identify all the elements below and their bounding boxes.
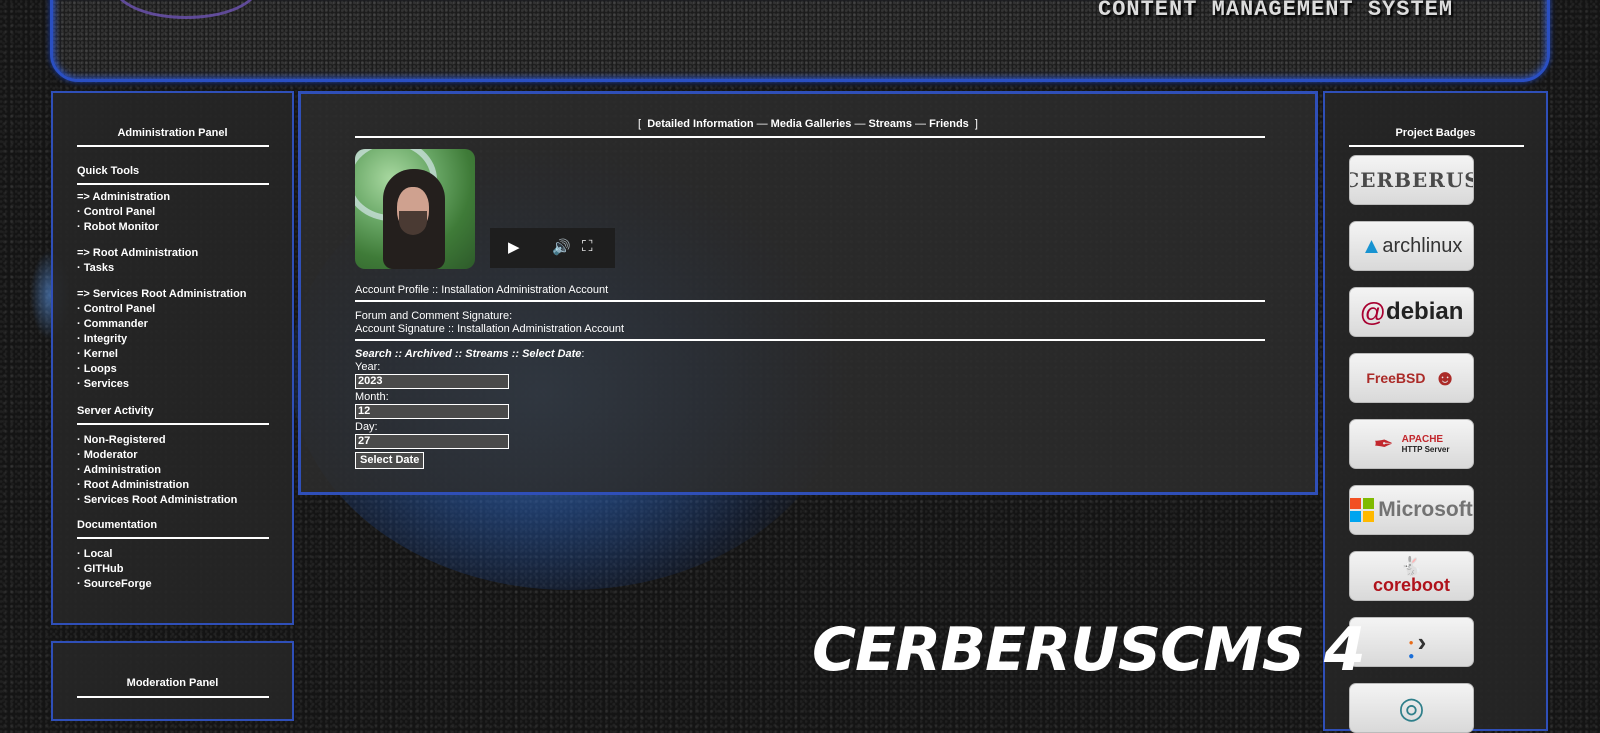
play-icon[interactable]: ▶ xyxy=(508,238,520,256)
dot-icon: ● xyxy=(1408,650,1415,662)
volume-icon[interactable]: 🔊 xyxy=(552,238,571,256)
divider xyxy=(355,339,1265,341)
nav-link-robot-monitor[interactable]: · Robot Monitor xyxy=(77,220,277,235)
nav-detailed-information[interactable]: Detailed Information xyxy=(647,118,753,130)
dot-icon: ● xyxy=(1408,637,1414,647)
account-profile-line: Account Profile :: Installation Administ… xyxy=(355,284,609,296)
freebsd-daemon-icon: ☻ xyxy=(1433,365,1457,390)
debian-swirl-icon: @ xyxy=(1359,296,1387,327)
day-input[interactable]: 27 xyxy=(355,434,509,449)
nav-link-control-panel[interactable]: · Control Panel xyxy=(77,205,277,220)
avatar xyxy=(355,149,475,269)
nav-link-services-control-panel[interactable]: · Control Panel xyxy=(77,302,277,317)
nav-friends[interactable]: Friends xyxy=(929,118,969,130)
administration-panel-title: Administration Panel xyxy=(117,127,228,139)
badge-archlinux[interactable]: ▲ archlinux xyxy=(1349,221,1474,271)
nav-link-loops[interactable]: · Loops xyxy=(77,362,277,377)
moderation-panel: Moderation Panel xyxy=(51,641,294,721)
nav-group-administration[interactable]: => Administration xyxy=(77,190,277,205)
divider xyxy=(77,537,269,539)
moderation-panel-title: Moderation Panel xyxy=(126,677,219,689)
profile-nav: [ Detailed Information — Media Galleries… xyxy=(638,118,978,130)
activity-link-root-administration[interactable]: · Root Administration xyxy=(77,478,277,493)
header-tagline: CONTENT MANAGEMENT SYSTEM xyxy=(1098,0,1454,22)
archlinux-icon: ▲ xyxy=(1360,233,1383,258)
project-badges-title: Project Badges xyxy=(1395,127,1476,139)
divider xyxy=(77,183,269,185)
chevron-right-icon: › xyxy=(1417,626,1427,657)
doc-link-sourceforge[interactable]: · SourceForge xyxy=(77,577,277,592)
badge-arrow-logo[interactable]: ● › ● xyxy=(1349,617,1474,667)
divider xyxy=(77,696,269,698)
divider xyxy=(355,300,1265,302)
badge-freebsd[interactable]: FreeBSD ☻ xyxy=(1349,353,1474,403)
activity-link-services-root-administration[interactable]: · Services Root Administration xyxy=(77,493,277,508)
activity-link-moderator[interactable]: · Moderator xyxy=(77,448,277,463)
doc-link-local[interactable]: · Local xyxy=(77,547,277,562)
administration-panel: Administration Panel Quick Tools => Admi… xyxy=(51,91,294,625)
month-label: Month: xyxy=(355,391,389,403)
microsoft-windows-icon xyxy=(1350,498,1375,522)
badge-debian[interactable]: @ debian xyxy=(1349,287,1474,337)
documentation-heading: Documentation xyxy=(77,519,158,531)
coreboot-rabbit-icon: 🐇 xyxy=(1400,556,1423,576)
header-logo xyxy=(113,0,259,19)
divider xyxy=(77,145,269,147)
main-content-panel: [ Detailed Information — Media Galleries… xyxy=(298,91,1318,495)
divider xyxy=(1349,145,1524,147)
nav-link-integrity[interactable]: · Integrity xyxy=(77,332,277,347)
doc-link-github[interactable]: · GITHub xyxy=(77,562,277,577)
cloud-logo-icon: ◎ xyxy=(1398,691,1425,725)
nav-link-commander[interactable]: · Commander xyxy=(77,317,277,332)
nav-group-services-root-administration[interactable]: => Services Root Administration xyxy=(77,287,277,302)
media-player: ▶ 🔊 ⛶ xyxy=(490,228,615,268)
server-activity-heading: Server Activity xyxy=(77,405,154,417)
search-heading: Search :: Archived :: Streams :: Select … xyxy=(355,348,585,360)
nav-group-root-administration[interactable]: => Root Administration xyxy=(77,246,277,261)
badge-apache[interactable]: ✒ APACHE HTTP Server xyxy=(1349,419,1474,469)
signature-label: Forum and Comment Signature: xyxy=(355,310,513,322)
badge-cerberus[interactable]: CERBERUS xyxy=(1349,155,1474,205)
brand-wordmark: CERBERUSCMS 4 xyxy=(812,615,1366,685)
nav-link-tasks[interactable]: · Tasks xyxy=(77,261,277,276)
site-header: CONTENT MANAGEMENT SYSTEM xyxy=(50,0,1550,82)
year-label: Year: xyxy=(355,361,381,373)
badge-microsoft[interactable]: Microsoft xyxy=(1349,485,1474,535)
nav-link-services[interactable]: · Services xyxy=(77,377,277,392)
day-label: Day: xyxy=(355,421,378,433)
nav-media-galleries[interactable]: Media Galleries xyxy=(771,118,852,130)
badge-cloud-logo[interactable]: ◎ xyxy=(1349,683,1474,733)
nav-streams[interactable]: Streams xyxy=(869,118,912,130)
select-date-button[interactable]: Select Date xyxy=(355,452,425,469)
signature-text: Account Signature :: Installation Admini… xyxy=(355,323,625,335)
badge-coreboot[interactable]: 🐇 coreboot xyxy=(1349,551,1474,601)
activity-link-non-registered[interactable]: · Non-Registered xyxy=(77,433,277,448)
divider xyxy=(355,136,1265,138)
quick-tools-heading: Quick Tools xyxy=(77,165,140,177)
nav-link-kernel[interactable]: · Kernel xyxy=(77,347,277,362)
fullscreen-icon[interactable]: ⛶ xyxy=(582,238,593,255)
month-input[interactable]: 12 xyxy=(355,404,509,419)
apache-feather-icon: ✒ xyxy=(1373,430,1394,458)
year-input[interactable]: 2023 xyxy=(355,374,509,389)
divider xyxy=(77,423,269,425)
activity-link-administration[interactable]: · Administration xyxy=(77,463,277,478)
